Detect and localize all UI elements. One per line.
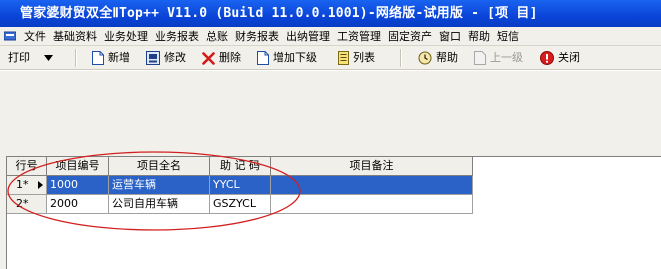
column-header-full-name[interactable]: 项目全名 xyxy=(109,157,210,176)
new-button[interactable]: 新增 xyxy=(92,48,130,68)
close-stop-icon xyxy=(540,51,554,65)
new-label: 新增 xyxy=(108,51,130,64)
up-level-button[interactable]: 上一级 xyxy=(474,48,523,68)
table-row[interactable]: 2* 2000 公司自用车辆 GSZYCL xyxy=(7,195,661,214)
close-button[interactable]: 关闭 xyxy=(540,48,580,68)
menu-business-reports[interactable]: 业务报表 xyxy=(153,27,204,45)
column-header-mnemonic[interactable]: 助 记 码 xyxy=(210,157,271,176)
toolbar-separator xyxy=(75,49,77,67)
delete-button[interactable]: 删除 xyxy=(202,48,241,68)
delete-label: 删除 xyxy=(219,51,241,64)
toolbar-separator xyxy=(400,49,402,67)
cell-full-name[interactable]: 公司自用车辆 xyxy=(109,195,210,214)
row-number-text: 1* xyxy=(16,178,29,191)
menu-business-processing[interactable]: 业务处理 xyxy=(102,27,153,45)
menu-financial-reports[interactable]: 财务报表 xyxy=(233,27,284,45)
close-label: 关闭 xyxy=(558,51,580,64)
column-header-note[interactable]: 项目备注 xyxy=(271,157,473,176)
menu-bar: 文件 基础资料 业务处理 业务报表 总账 财务报表 出纳管理 工资管理 固定资产… xyxy=(0,27,661,46)
up-level-icon xyxy=(474,51,486,65)
menu-cashier[interactable]: 出纳管理 xyxy=(284,27,335,45)
app-system-icon[interactable] xyxy=(4,31,16,41)
help-label: 帮助 xyxy=(436,51,458,64)
cell-mnemonic[interactable]: YYCL xyxy=(210,176,271,195)
dropdown-arrow-icon[interactable] xyxy=(44,55,53,61)
menu-general-ledger[interactable]: 总账 xyxy=(204,27,233,45)
cell-note[interactable] xyxy=(271,195,473,214)
print-label: 打印 xyxy=(8,51,30,64)
add-sub-level-label: 增加下级 xyxy=(273,51,317,64)
current-row-indicator-icon xyxy=(38,181,43,189)
row-number-text: 2* xyxy=(16,197,29,210)
list-button[interactable]: 列表 xyxy=(338,48,375,68)
column-header-code[interactable]: 项目编号 xyxy=(47,157,109,176)
up-level-label: 上一级 xyxy=(490,51,523,64)
toolbar: 打印 新增 修改 删除 增加下级 列表 帮助 上一级 关闭 xyxy=(0,46,661,70)
help-clock-icon xyxy=(418,51,432,65)
menu-sms[interactable]: 短信 xyxy=(495,27,524,45)
menu-file[interactable]: 文件 xyxy=(22,27,51,45)
row-number[interactable]: 1* xyxy=(7,176,47,195)
cell-full-name[interactable]: 运营车辆 xyxy=(109,176,210,195)
menu-window[interactable]: 窗口 xyxy=(437,27,466,45)
cell-note[interactable] xyxy=(271,176,473,195)
cell-code[interactable]: 1000 xyxy=(47,176,109,195)
edit-button[interactable]: 修改 xyxy=(146,48,186,68)
menu-help[interactable]: 帮助 xyxy=(466,27,495,45)
list-icon xyxy=(338,51,349,65)
menu-fixed-assets[interactable]: 固定资产 xyxy=(386,27,437,45)
edit-label: 修改 xyxy=(164,51,186,64)
cell-mnemonic[interactable]: GSZYCL xyxy=(210,195,271,214)
new-document-icon xyxy=(92,51,104,65)
delete-x-icon xyxy=(202,51,215,65)
column-header-row-no[interactable]: 行号 xyxy=(7,157,47,176)
help-button[interactable]: 帮助 xyxy=(418,48,458,68)
list-label: 列表 xyxy=(353,51,375,64)
grid-header-row: 行号 项目编号 项目全名 助 记 码 项目备注 xyxy=(7,157,661,176)
edit-form-icon xyxy=(146,51,160,65)
row-number[interactable]: 2* xyxy=(7,195,47,214)
add-sub-level-icon xyxy=(257,51,269,65)
window-title: 管家婆财贸双全ⅡTop++ V11.0 (Build 11.0.0.1001)-… xyxy=(0,0,661,27)
table-row[interactable]: 1* 1000 运营车辆 YYCL xyxy=(7,176,661,195)
cell-code[interactable]: 2000 xyxy=(47,195,109,214)
add-sub-level-button[interactable]: 增加下级 xyxy=(257,48,317,68)
print-button[interactable]: 打印 xyxy=(8,48,53,68)
project-grid[interactable]: 行号 项目编号 项目全名 助 记 码 项目备注 1* 1000 运营车辆 YYC… xyxy=(6,156,661,269)
menu-payroll[interactable]: 工资管理 xyxy=(335,27,386,45)
menu-basic-data[interactable]: 基础资料 xyxy=(51,27,102,45)
